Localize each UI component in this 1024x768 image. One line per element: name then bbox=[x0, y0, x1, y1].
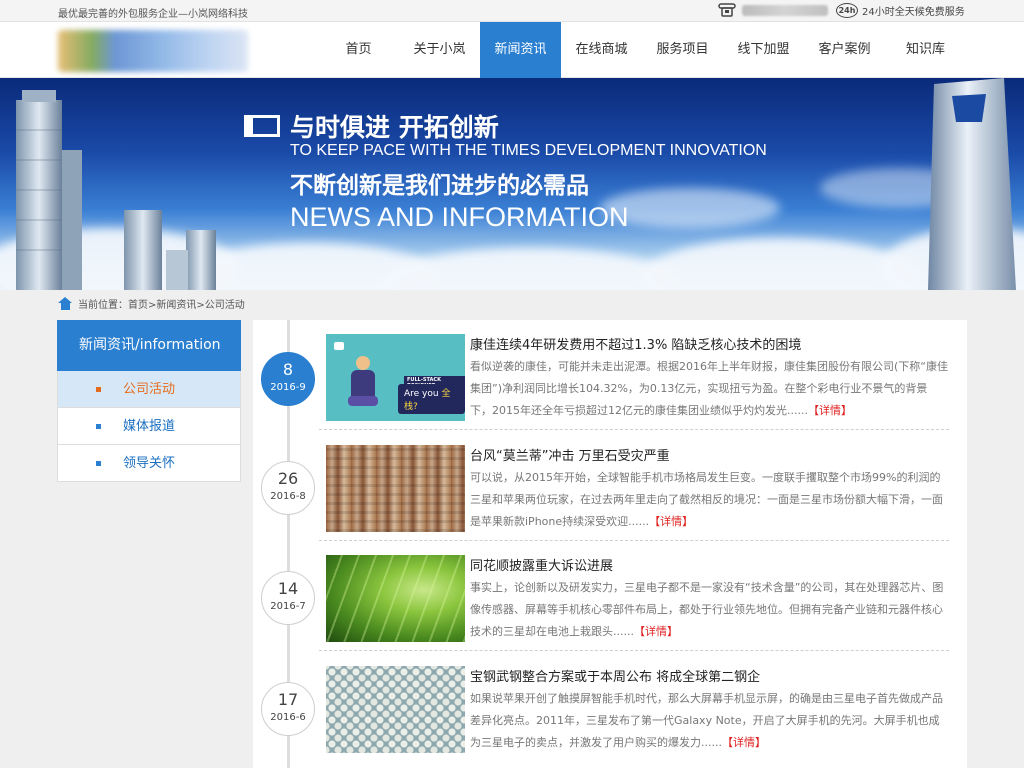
detail-link[interactable]: 【详情】 bbox=[808, 404, 852, 417]
telephone-icon bbox=[718, 3, 736, 17]
header: 首页 关于小岚 新闻资讯 在线商城 服务项目 线下加盟 客户案例 知识库 bbox=[0, 22, 1024, 78]
nav-home[interactable]: 首页 bbox=[318, 22, 399, 78]
news-title[interactable]: 台风“莫兰蒂”冲击 万里石受灾严重 bbox=[470, 445, 670, 464]
divider bbox=[319, 650, 949, 651]
sidebar-item-company-activities[interactable]: 公司活动 bbox=[57, 371, 241, 408]
news-title[interactable]: 康佳连续4年研发费用不超过1.3% 陷缺乏核心技术的困境 bbox=[470, 334, 801, 353]
news-item: 26 2016-8 台风“莫兰蒂”冲击 万里石受灾严重 可以说，从2015年开始… bbox=[253, 431, 967, 541]
nav-about[interactable]: 关于小岚 bbox=[399, 22, 480, 78]
banner-tagline: 不断创新是我们进步的必需品 bbox=[290, 173, 589, 199]
nav-news[interactable]: 新闻资讯 bbox=[480, 22, 561, 78]
sidebar-item-leadership-care[interactable]: 领导关怀 bbox=[57, 445, 241, 482]
sidebar-item-media-reports[interactable]: 媒体报道 bbox=[57, 408, 241, 445]
banner-subheading-en: TO KEEP PACE WITH THE TIMES DEVELOPMENT … bbox=[290, 142, 767, 159]
news-title[interactable]: 宝钢武钢整合方案或于本周公布 将成全球第二钢企 bbox=[470, 666, 760, 685]
logo[interactable] bbox=[58, 30, 248, 72]
detail-link[interactable]: 【详情】 bbox=[649, 515, 693, 528]
nav-cases[interactable]: 客户案例 bbox=[804, 22, 885, 78]
clock-24h-icon: 24h bbox=[836, 3, 858, 18]
detail-link[interactable]: 【详情】 bbox=[634, 625, 678, 638]
banner-square-icon bbox=[244, 115, 280, 137]
sidebar: 新闻资讯/information 公司活动 媒体报道 领导关怀 bbox=[57, 320, 241, 482]
sidebar-title: 新闻资讯/information bbox=[57, 320, 241, 371]
main-nav: 首页 关于小岚 新闻资讯 在线商城 服务项目 线下加盟 客户案例 知识库 bbox=[318, 22, 966, 78]
detail-link[interactable]: 【详情】 bbox=[722, 736, 766, 749]
news-summary: 可以说，从2015年开始，全球智能手机市场格局发生巨变。一度联手攫取整个市场99… bbox=[470, 471, 943, 528]
thumbnail-question: Are you 全栈? bbox=[398, 384, 465, 414]
news-summary: 看似逆袭的康佳，可能并未走出泥潭。根据2016年上半年财报，康佳集团股份有限公司… bbox=[470, 360, 948, 417]
breadcrumb: 当前位置：首页>新闻资讯>公司活动 bbox=[58, 296, 245, 311]
breadcrumb-text: 当前位置：首页>新闻资讯>公司活动 bbox=[78, 300, 245, 311]
banner-heading: 与时俱进 开拓创新 bbox=[244, 108, 499, 144]
news-thumbnail[interactable] bbox=[326, 445, 465, 532]
date-badge: 26 2016-8 bbox=[261, 461, 315, 515]
service-text: 24小时全天候免费服务 bbox=[862, 7, 965, 18]
news-item: 17 2016-6 宝钢武钢整合方案或于本周公布 将成全球第二钢企 如果说苹果开… bbox=[253, 652, 967, 753]
news-item: 14 2016-7 同花顺披露重大诉讼进展 事实上，论创新以及研发实力，三星电子… bbox=[253, 541, 967, 651]
left-skyscrapers bbox=[16, 90, 216, 290]
date-badge: 8 2016-9 bbox=[261, 352, 315, 406]
news-item: 8 2016-9 FULL-STACK DESIGNER Are you 全栈?… bbox=[253, 320, 967, 430]
site-slogan: 最优最完善的外包服务企业—小岚网络科技 bbox=[58, 9, 248, 20]
phone-number-blurred bbox=[742, 4, 828, 16]
right-skyscraper bbox=[928, 78, 1016, 290]
nav-knowledge[interactable]: 知识库 bbox=[885, 22, 966, 78]
nav-services[interactable]: 服务项目 bbox=[642, 22, 723, 78]
phone-info bbox=[718, 3, 828, 17]
news-thumbnail[interactable] bbox=[326, 666, 465, 753]
service-info: 24h 24小时全天候免费服务 bbox=[836, 3, 965, 18]
nav-shop[interactable]: 在线商城 bbox=[561, 22, 642, 78]
news-summary: 如果说苹果开创了触摸屏智能手机时代，那么大屏幕手机显示屏，的确是由三星电子首先做… bbox=[470, 692, 943, 749]
nav-franchise[interactable]: 线下加盟 bbox=[723, 22, 804, 78]
news-summary: 事实上，论创新以及研发实力，三星电子都不是一家没有“技术含量”的公司，其在处理器… bbox=[470, 581, 944, 638]
date-badge: 17 2016-6 bbox=[261, 682, 315, 736]
hero-banner: 与时俱进 开拓创新 TO KEEP PACE WITH THE TIMES DE… bbox=[0, 78, 1024, 290]
news-title[interactable]: 同花顺披露重大诉讼进展 bbox=[470, 555, 613, 574]
designer-illustration bbox=[348, 356, 378, 408]
date-badge: 14 2016-7 bbox=[261, 571, 315, 625]
news-thumbnail[interactable]: FULL-STACK DESIGNER Are you 全栈? bbox=[326, 334, 465, 421]
banner-title-en: NEWS AND INFORMATION bbox=[290, 202, 629, 232]
divider bbox=[319, 429, 949, 430]
home-icon bbox=[58, 297, 73, 310]
news-list: 8 2016-9 FULL-STACK DESIGNER Are you 全栈?… bbox=[253, 320, 967, 768]
news-thumbnail[interactable] bbox=[326, 555, 465, 642]
top-bar: 最优最完善的外包服务企业—小岚网络科技 24h 24小时全天候免费服务 bbox=[0, 0, 1024, 22]
